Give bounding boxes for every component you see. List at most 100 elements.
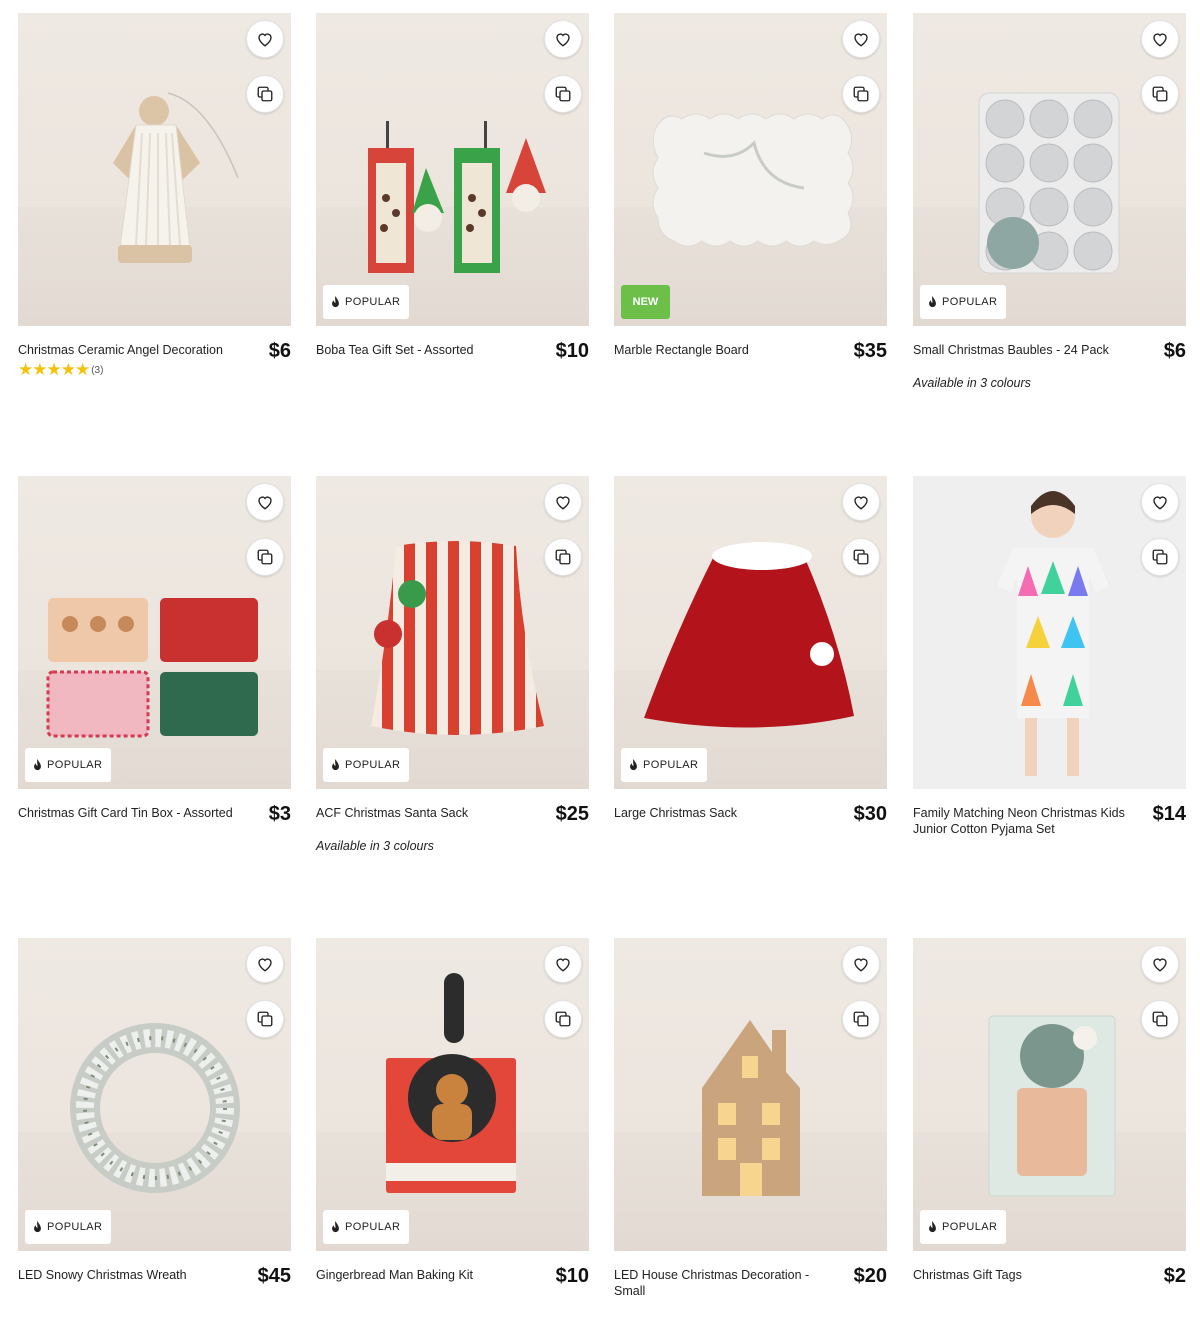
product-image[interactable]: POPULAR	[316, 476, 589, 789]
product-name[interactable]: Boba Tea Gift Set - Assorted	[316, 340, 538, 358]
product-name[interactable]: Family Matching Neon Christmas Kids Juni…	[913, 803, 1135, 837]
product-image[interactable]: NEW	[614, 13, 887, 326]
product-price: $10	[555, 1265, 589, 1287]
product-image[interactable]	[913, 476, 1186, 789]
compare-button[interactable]	[544, 538, 582, 576]
led-house-illustration	[702, 1020, 800, 1196]
product-card[interactable]: POPULAR ACF Christmas Santa Sack $25 Ava…	[316, 476, 589, 863]
product-image[interactable]: POPULAR	[913, 13, 1186, 326]
product-name[interactable]: LED House Christmas Decoration - Small	[614, 1265, 836, 1299]
product-price: $6	[1163, 340, 1186, 362]
product-image[interactable]: POPULAR	[614, 476, 887, 789]
product-card[interactable]: Family Matching Neon Christmas Kids Juni…	[913, 476, 1186, 863]
product-image[interactable]: POPULAR	[316, 938, 589, 1251]
favourite-button[interactable]	[544, 20, 582, 58]
compare-button[interactable]	[842, 75, 880, 113]
compare-button[interactable]	[1141, 538, 1179, 576]
compare-icon	[853, 1011, 869, 1027]
favourite-button[interactable]	[246, 945, 284, 983]
compare-button[interactable]	[246, 538, 284, 576]
product-card[interactable]: LED House Christmas Decoration - Small $…	[614, 938, 887, 1325]
product-card[interactable]: POPULAR Christmas Gift Tags $2	[913, 938, 1186, 1325]
product-card[interactable]: POPULAR Boba Tea Gift Set - Assorted $10	[316, 13, 589, 400]
product-price: $3	[268, 803, 291, 825]
large-sack-illustration	[644, 542, 854, 728]
gift-tags-illustration	[988, 1015, 1116, 1197]
compare-button[interactable]	[544, 1000, 582, 1038]
favourite-button[interactable]	[1141, 20, 1179, 58]
product-card[interactable]: POPULAR Small Christmas Baubles - 24 Pac…	[913, 13, 1186, 400]
flame-icon	[34, 1221, 41, 1233]
favourite-button[interactable]	[1141, 945, 1179, 983]
popular-badge: POPULAR	[25, 748, 112, 782]
badge-label: POPULAR	[47, 1221, 103, 1233]
product-card[interactable]: POPULAR Large Christmas Sack $30	[614, 476, 887, 863]
heart-icon	[258, 958, 272, 972]
product-card[interactable]: POPULAR Christmas Gift Card Tin Box - As…	[18, 476, 291, 863]
compare-button[interactable]	[1141, 1000, 1179, 1038]
popular-badge: POPULAR	[323, 1210, 410, 1244]
product-name[interactable]: Gingerbread Man Baking Kit	[316, 1265, 538, 1283]
product-name[interactable]: ACF Christmas Santa Sack	[316, 803, 538, 821]
product-name[interactable]: Small Christmas Baubles - 24 Pack	[913, 340, 1135, 358]
product-name[interactable]: Christmas Ceramic Angel Decoration	[18, 340, 240, 358]
product-image[interactable]: POPULAR	[18, 476, 291, 789]
rating-stars: ★★★★★	[18, 360, 90, 379]
favourite-button[interactable]	[544, 945, 582, 983]
favourite-button[interactable]	[842, 20, 880, 58]
popular-badge: POPULAR	[621, 748, 708, 782]
kids-pyjama-illustration	[997, 491, 1109, 776]
compare-button[interactable]	[544, 75, 582, 113]
favourite-button[interactable]	[842, 945, 880, 983]
compare-icon	[555, 1011, 571, 1027]
product-image[interactable]: POPULAR	[316, 13, 589, 326]
favourite-button[interactable]	[544, 483, 582, 521]
product-card[interactable]: NEW Marble Rectangle Board $35	[614, 13, 887, 400]
favourite-button[interactable]	[246, 20, 284, 58]
product-name[interactable]: Christmas Gift Card Tin Box - Assorted	[18, 803, 240, 821]
badge-label: POPULAR	[345, 296, 401, 308]
product-image[interactable]	[18, 13, 291, 326]
product-image[interactable]	[614, 938, 887, 1251]
popular-badge: POPULAR	[920, 1210, 1007, 1244]
compare-icon	[257, 1011, 273, 1027]
favourite-button[interactable]	[842, 483, 880, 521]
product-card[interactable]: POPULAR LED Snowy Christmas Wreath $45	[18, 938, 291, 1325]
colour-availability: Available in 3 colours	[913, 376, 1031, 390]
product-price: $25	[555, 803, 589, 825]
heart-icon	[854, 33, 868, 47]
compare-icon	[1152, 1011, 1168, 1027]
compare-button[interactable]	[246, 1000, 284, 1038]
product-name[interactable]: Marble Rectangle Board	[614, 340, 836, 358]
heart-icon	[1153, 496, 1167, 510]
flame-icon	[332, 296, 339, 308]
product-price: $20	[853, 1265, 887, 1287]
compare-button[interactable]	[246, 75, 284, 113]
compare-button[interactable]	[1141, 75, 1179, 113]
product-image[interactable]: POPULAR	[913, 938, 1186, 1251]
product-card[interactable]: POPULAR Gingerbread Man Baking Kit $10	[316, 938, 589, 1325]
product-price: $35	[853, 340, 887, 362]
popular-badge: POPULAR	[323, 285, 410, 319]
flame-icon	[332, 759, 339, 771]
compare-button[interactable]	[842, 1000, 880, 1038]
badge-label: POPULAR	[942, 296, 998, 308]
marble-board-illustration	[652, 113, 854, 247]
product-price: $6	[268, 340, 291, 362]
product-price: $45	[257, 1265, 291, 1287]
product-price: $30	[853, 803, 887, 825]
boba-gift-set-illustration	[368, 121, 546, 273]
product-name[interactable]: Large Christmas Sack	[614, 803, 836, 821]
product-image[interactable]: POPULAR	[18, 938, 291, 1251]
product-grid: Christmas Ceramic Angel Decoration $6 ★★…	[18, 13, 1186, 1313]
product-rating[interactable]: ★★★★★ (3)	[18, 360, 291, 379]
compare-icon	[853, 549, 869, 565]
badge-label: POPULAR	[942, 1221, 998, 1233]
favourite-button[interactable]	[1141, 483, 1179, 521]
badge-label: POPULAR	[643, 759, 699, 771]
favourite-button[interactable]	[246, 483, 284, 521]
product-card[interactable]: Christmas Ceramic Angel Decoration $6 ★★…	[18, 13, 291, 400]
product-name[interactable]: LED Snowy Christmas Wreath	[18, 1265, 240, 1283]
compare-button[interactable]	[842, 538, 880, 576]
product-name[interactable]: Christmas Gift Tags	[913, 1265, 1135, 1283]
